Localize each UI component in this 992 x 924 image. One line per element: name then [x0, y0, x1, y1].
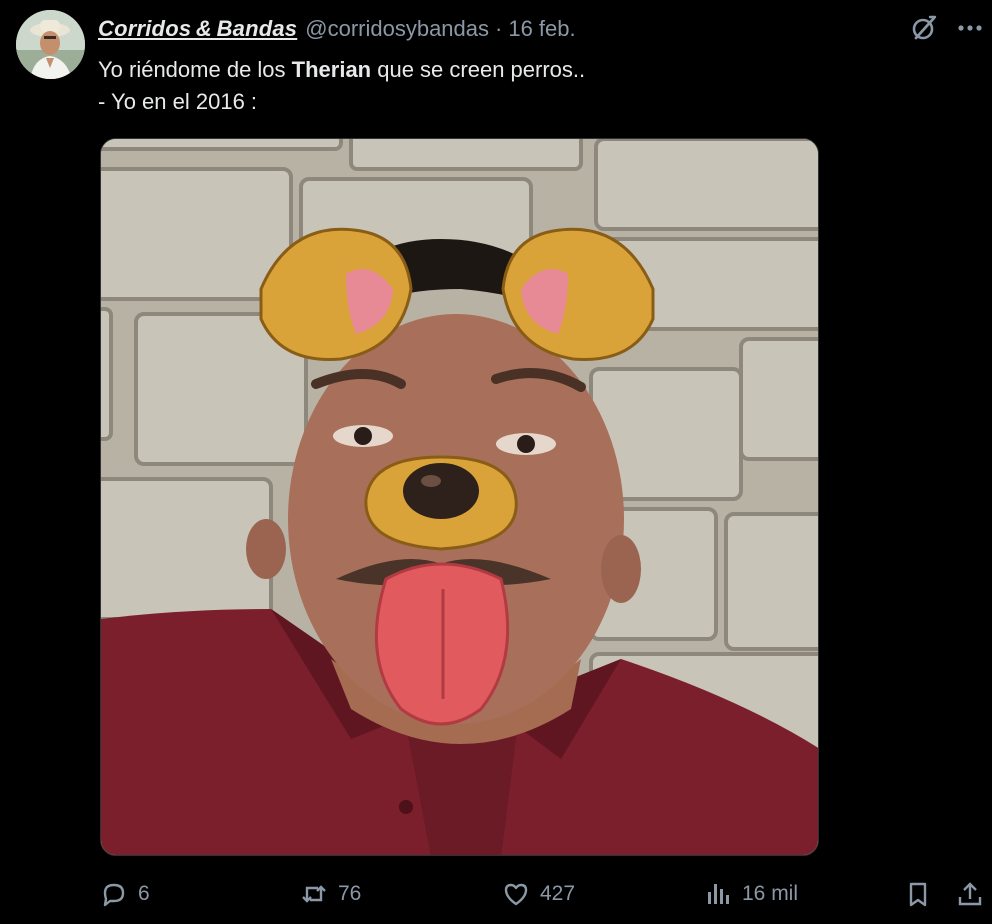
share-button[interactable]	[956, 878, 984, 910]
tweet-text-part: que se creen perros..	[371, 57, 586, 82]
bar-chart-icon	[708, 884, 729, 904]
retweet-count: 76	[338, 882, 362, 905]
views-button[interactable]: 16 mil	[704, 878, 798, 910]
tweet-header: Corridos & Bandas @corridosybandas · 16 …	[98, 14, 576, 44]
retweet-button[interactable]: 76	[300, 878, 361, 910]
heart-icon	[504, 883, 528, 906]
header-separator: ·	[495, 16, 503, 41]
grok-slash-icon[interactable]	[908, 12, 940, 44]
tweet-text: Yo riéndome de los Therian que se creen …	[98, 54, 798, 118]
more-horizontal-icon[interactable]	[954, 12, 986, 44]
speech-bubble-icon	[103, 883, 125, 907]
tweet-photo[interactable]	[100, 138, 819, 856]
tweet[interactable]: Corridos & Bandas @corridosybandas · 16 …	[0, 0, 992, 924]
tweet-date[interactable]: 16 feb.	[508, 16, 575, 42]
reply-button[interactable]: 6	[100, 878, 150, 910]
tweet-text-line-1: Yo riéndome de los Therian que se creen …	[98, 54, 798, 86]
author-handle[interactable]: @corridosybandas	[305, 16, 489, 42]
share-upload-icon	[958, 882, 982, 906]
like-button[interactable]: 427	[502, 878, 575, 910]
tweet-text-bold: Therian	[291, 57, 372, 82]
tweet-text-line-2: - Yo en el 2016 :	[98, 89, 258, 114]
author-display-name[interactable]: Corridos & Bandas	[98, 16, 297, 42]
bookmark-button[interactable]	[904, 878, 932, 910]
photo-illustration	[101, 139, 818, 855]
bookmark-icon	[909, 882, 927, 907]
author-avatar[interactable]	[16, 10, 85, 79]
tweet-text-part: Yo riéndome de los	[98, 57, 292, 82]
retweet-arrows-icon	[302, 885, 326, 903]
like-count: 427	[540, 882, 576, 905]
view-count: 16 mil	[742, 882, 799, 905]
reply-count: 6	[138, 882, 150, 905]
tweet-actions: 6 76 427 16 mil	[0, 872, 992, 916]
